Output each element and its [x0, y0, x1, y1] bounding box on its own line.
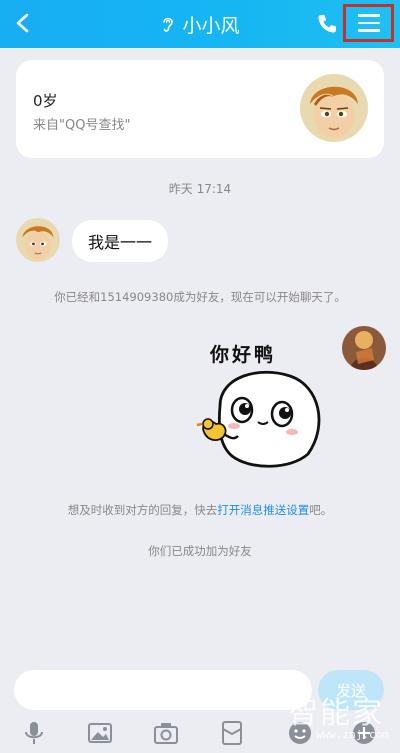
profile-source: 来自"QQ号查找" — [33, 118, 131, 133]
system-message-friend-added: 你已经和1514909380成为好友，现在可以开始聊天了。 — [54, 290, 346, 304]
plus-icon[interactable] — [350, 719, 378, 747]
camera-icon[interactable] — [152, 719, 180, 747]
profile-age: 0岁 — [33, 92, 58, 110]
system-message-success: 你们已成功加为好友 — [148, 544, 252, 558]
user-photo-avatar-icon — [342, 326, 386, 370]
chat-toolbar — [0, 715, 400, 753]
smiley-sticker-icon — [196, 370, 321, 468]
title-group: 小小风 — [0, 0, 400, 48]
greeting-sticker[interactable]: 你好鸭 — [190, 336, 335, 474]
profile-avatar[interactable] — [300, 74, 368, 142]
sender-avatar[interactable] — [16, 218, 60, 262]
emoji-icon[interactable] — [286, 719, 314, 747]
chat-title: 小小风 — [182, 14, 240, 37]
notification-settings-link[interactable]: 打开消息推送设置 — [217, 503, 309, 517]
cartoon-boy-avatar-icon — [300, 74, 368, 142]
phone-icon[interactable] — [316, 13, 338, 35]
ear-icon — [163, 17, 174, 32]
chat-header: 小小风 — [0, 0, 400, 48]
microphone-icon[interactable] — [20, 719, 48, 747]
notification-prefix: 想及时收到对方的回复，快去 — [67, 503, 218, 517]
notification-suffix: 吧。 — [309, 503, 333, 517]
red-packet-icon[interactable] — [218, 719, 246, 747]
menu-icon-line — [357, 14, 380, 17]
incoming-message-bubble[interactable]: 我是一一 — [72, 220, 169, 262]
my-avatar[interactable] — [342, 326, 386, 370]
image-icon[interactable] — [86, 719, 114, 747]
message-input[interactable] — [14, 670, 312, 710]
menu-icon-line — [357, 29, 380, 32]
chat-timestamp: 昨天 17:14 — [168, 182, 232, 196]
menu-icon-line — [357, 21, 380, 25]
system-message-notification: 想及时收到对方的回复，快去打开消息推送设置吧。 — [0, 502, 400, 518]
menu-button[interactable] — [343, 4, 394, 42]
profile-card[interactable]: 0岁 来自"QQ号查找" — [16, 60, 384, 158]
cartoon-boy-avatar-icon — [16, 218, 60, 262]
send-button[interactable]: 发送 — [318, 670, 384, 710]
